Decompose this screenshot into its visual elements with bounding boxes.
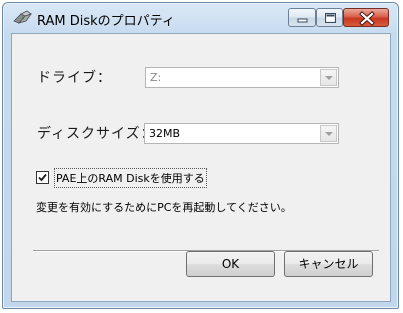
close-button[interactable]	[343, 8, 389, 27]
cancel-button[interactable]: キャンセル	[284, 251, 373, 277]
chevron-down-icon	[325, 76, 333, 80]
disk-size-label: ディスクサイズ：	[37, 126, 156, 142]
pae-checkbox[interactable]	[36, 171, 49, 184]
ram-disk-icon	[13, 10, 33, 26]
pae-checkbox-label[interactable]: PAE上のRAM Diskを使用する	[54, 168, 207, 188]
properties-window: RAM Diskのプロパティ ドライブ： Z: ディスクサイズ： 32MB PA…	[2, 2, 399, 309]
disk-size-dropdown-button[interactable]	[320, 125, 337, 142]
chevron-down-icon	[325, 132, 333, 136]
window-title: RAM Diskのプロパティ	[37, 14, 175, 29]
drive-value: Z:	[150, 71, 162, 84]
disk-size-value: 32MB	[149, 127, 181, 140]
title-bar[interactable]: RAM Diskのプロパティ	[3, 3, 398, 33]
maximize-button[interactable]	[316, 8, 343, 27]
drive-label: ドライブ：	[37, 70, 112, 86]
drive-dropdown-button[interactable]	[320, 69, 337, 86]
close-icon	[359, 11, 375, 26]
restart-note: 変更を有効にするためにPCを再起動してください。	[36, 201, 292, 214]
checkmark-icon	[38, 173, 47, 182]
disk-size-select[interactable]: 32MB	[144, 123, 339, 144]
ok-button[interactable]: OK	[186, 251, 275, 277]
maximize-icon	[325, 13, 336, 23]
drive-select[interactable]: Z:	[145, 67, 339, 88]
minimize-icon	[297, 18, 308, 23]
minimize-button[interactable]	[288, 8, 316, 27]
